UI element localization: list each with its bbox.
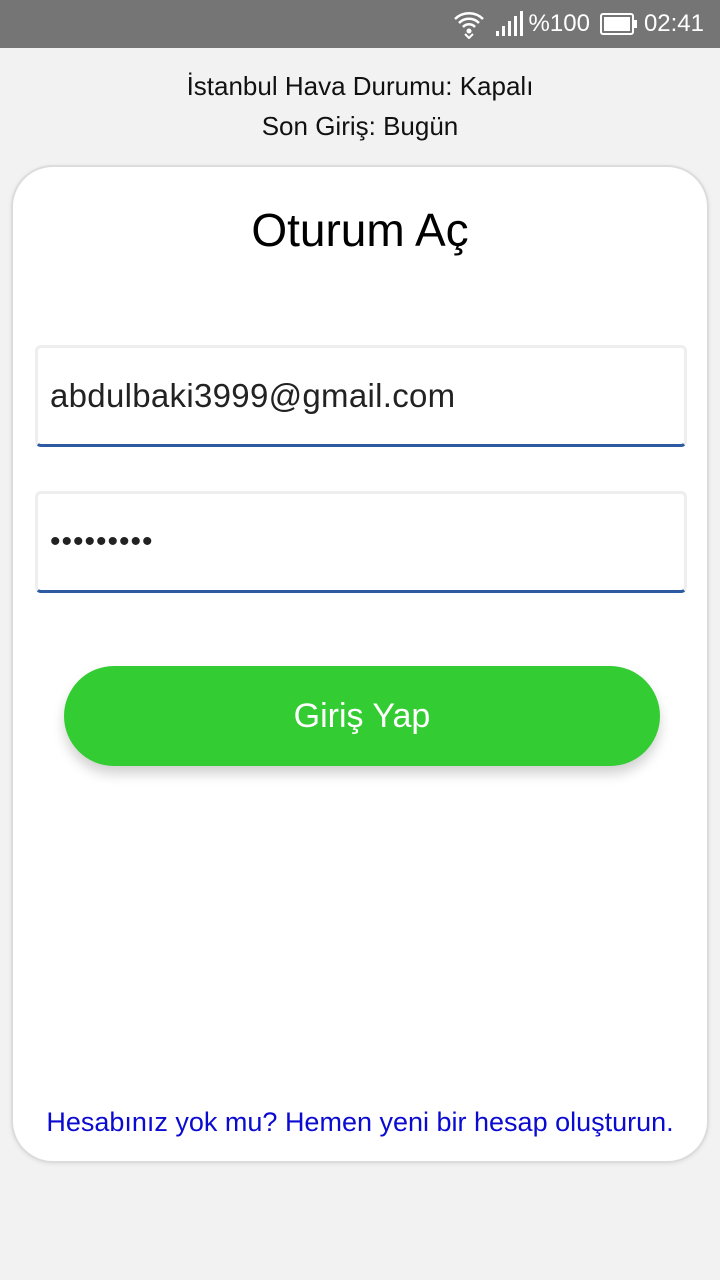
- weather-text: İstanbul Hava Durumu: Kapalı: [186, 71, 534, 101]
- password-field-container: [35, 491, 687, 593]
- wifi-icon: [453, 9, 485, 39]
- login-card: Oturum Aç Giriş Yap Hesabınız yok mu? He…: [11, 165, 709, 1163]
- status-bar: %100 02:41: [0, 0, 720, 48]
- signup-link[interactable]: Hesabınız yok mu? Hemen yeni bir hesap o…: [13, 1107, 707, 1138]
- header-info: İstanbul Hava Durumu: Kapalı Son Giriş: …: [0, 66, 720, 146]
- last-login-text: Son Giriş: Bugün: [261, 111, 459, 141]
- login-button[interactable]: Giriş Yap: [64, 666, 660, 766]
- page-title: Oturum Aç: [251, 204, 469, 256]
- email-field-container: [35, 345, 687, 447]
- email-field[interactable]: [38, 348, 684, 444]
- battery-percentage: %100: [528, 10, 590, 37]
- password-field[interactable]: [38, 494, 684, 590]
- signal-icon: [495, 11, 523, 37]
- clock: 02:41: [643, 10, 704, 37]
- battery-icon: [599, 13, 638, 35]
